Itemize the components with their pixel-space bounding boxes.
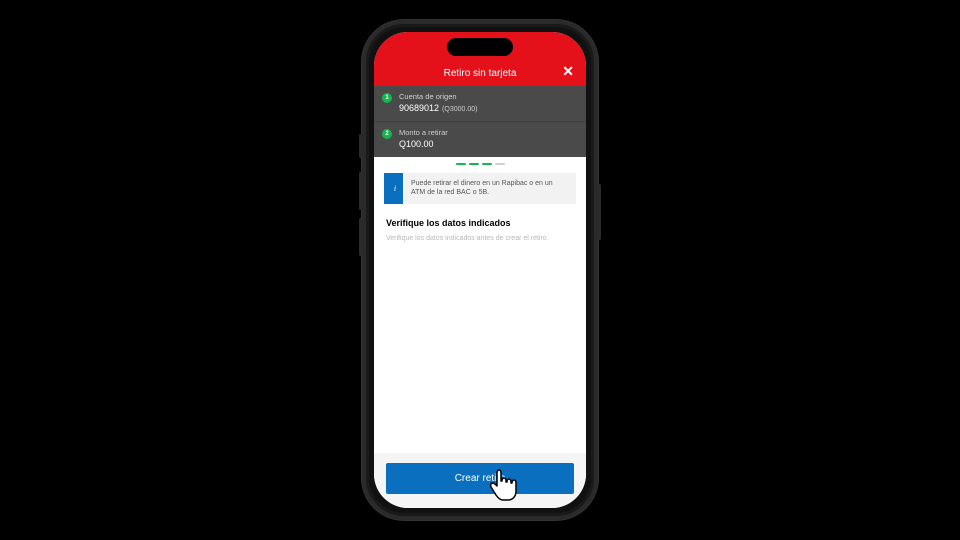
info-text: Puede retirar el dinero en un Rapibac o … (403, 173, 576, 204)
progress-segment (456, 163, 466, 165)
progress-bar (374, 157, 586, 169)
step-amount[interactable]: 2 Monto a retirar Q100.00 (374, 122, 586, 157)
close-icon[interactable]: ✕ (562, 64, 574, 78)
step-value: Q100.00 (399, 139, 576, 149)
power-button (598, 184, 601, 240)
verify-section: Verifique los datos indicados Verifique … (374, 212, 586, 453)
action-bar: Crear retiro (374, 453, 586, 508)
side-button (359, 134, 362, 158)
step-badge: 1 (382, 93, 392, 103)
step-value: 90689012(Q3000.00) (399, 103, 576, 113)
volume-up-button (359, 172, 362, 210)
create-withdrawal-button[interactable]: Crear retiro (386, 463, 574, 494)
cursor-hand-icon (488, 468, 518, 502)
phone-screen: Retiro sin tarjeta ✕ 1 Cuenta de origen … (374, 32, 586, 508)
progress-segment (469, 163, 479, 165)
progress-segment (495, 163, 505, 165)
step-label: Monto a retirar (399, 128, 576, 137)
phone-frame: Retiro sin tarjeta ✕ 1 Cuenta de origen … (362, 20, 598, 520)
volume-down-button (359, 218, 362, 256)
verify-title: Verifique los datos indicados (386, 218, 574, 228)
info-box: i Puede retirar el dinero en un Rapibac … (384, 173, 576, 204)
info-icon: i (387, 173, 403, 204)
step-label: Cuenta de origen (399, 92, 576, 101)
step-origin-account[interactable]: 1 Cuenta de origen 90689012(Q3000.00) (374, 86, 586, 122)
page-title: Retiro sin tarjeta (444, 68, 517, 79)
summary-steps: 1 Cuenta de origen 90689012(Q3000.00) 2 … (374, 86, 586, 157)
step-badge: 2 (382, 129, 392, 139)
progress-segment (482, 163, 492, 165)
dynamic-island (447, 38, 513, 56)
verify-hint: Verifique los datos indicados antes de c… (386, 234, 574, 243)
